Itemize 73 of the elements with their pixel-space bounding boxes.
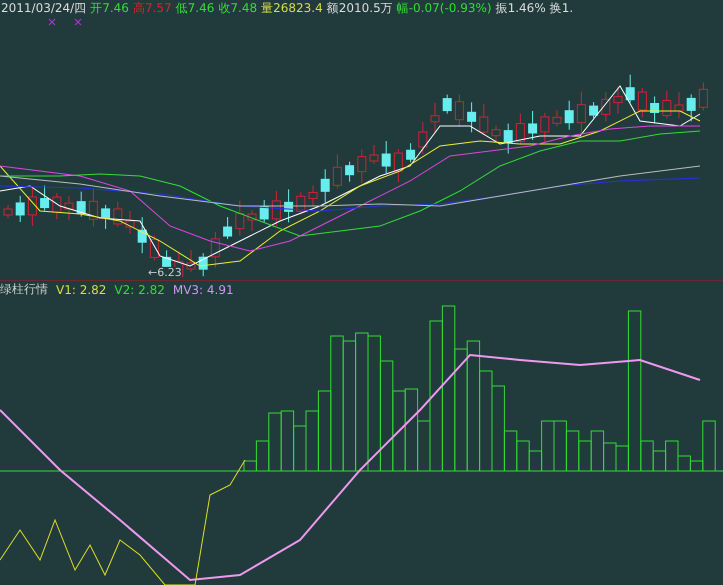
candlestick bbox=[576, 91, 586, 134]
candlestick bbox=[662, 90, 672, 119]
candlestick bbox=[235, 200, 244, 236]
candlestick bbox=[113, 201, 122, 228]
quote-field: 高7.57 bbox=[132, 0, 172, 18]
candlestick bbox=[126, 210, 134, 234]
indicator-value: V2: 2.82 bbox=[114, 282, 165, 296]
candlestick bbox=[516, 113, 525, 145]
candlestick bbox=[223, 216, 232, 240]
candlestick bbox=[260, 199, 269, 222]
candlestick bbox=[638, 88, 647, 118]
candlestick bbox=[394, 148, 403, 183]
candlestick bbox=[186, 250, 196, 272]
candlestick bbox=[248, 209, 256, 232]
candlestick bbox=[650, 96, 660, 124]
candlestick bbox=[382, 140, 391, 174]
candlestick bbox=[614, 86, 622, 114]
cross-mark-icon bbox=[74, 18, 82, 26]
quote-field: 换1. bbox=[550, 0, 574, 18]
candlestick bbox=[320, 168, 330, 203]
candlestick bbox=[698, 82, 708, 111]
candlestick bbox=[418, 121, 428, 154]
candlestick bbox=[454, 94, 464, 128]
candlestick bbox=[430, 102, 440, 134]
quote-field: 量26823.4 bbox=[261, 0, 323, 18]
quote-field: 幅-0.07(-0.93%) bbox=[396, 0, 492, 18]
candlestick bbox=[345, 161, 354, 182]
quote-date: 2011/03/24/四 bbox=[1, 0, 86, 18]
candlestick bbox=[601, 92, 610, 122]
candlestick bbox=[479, 104, 488, 136]
candlestick bbox=[589, 102, 598, 119]
quote-field: 收7.48 bbox=[218, 0, 258, 18]
candlestick bbox=[552, 110, 562, 127]
low-price-label: ←6.23 bbox=[148, 266, 182, 279]
quote-field: 开7.46 bbox=[90, 0, 129, 18]
candlestick bbox=[272, 190, 281, 226]
candlestick bbox=[626, 74, 635, 104]
candlestick bbox=[686, 94, 696, 122]
candlestick bbox=[76, 191, 86, 218]
candlestick bbox=[52, 192, 62, 220]
candlestick bbox=[564, 100, 574, 130]
candlestick bbox=[674, 91, 684, 118]
candlestick bbox=[528, 110, 538, 140]
candlestick bbox=[4, 204, 12, 218]
candlestick bbox=[504, 123, 513, 154]
candlestick bbox=[492, 125, 500, 144]
candlestick bbox=[467, 102, 476, 133]
quote-field: 振1.46% bbox=[496, 0, 546, 18]
candlestick bbox=[198, 252, 208, 277]
indicator-value: MV3: 4.91 bbox=[172, 282, 234, 296]
candlestick bbox=[370, 144, 378, 164]
candlestick bbox=[138, 216, 147, 254]
candlestick bbox=[442, 94, 452, 114]
quote-field: 低7.46 bbox=[176, 0, 214, 18]
candlestick bbox=[16, 195, 25, 222]
indicator-value: V1: 2.82 bbox=[56, 282, 106, 296]
candlestick bbox=[40, 185, 50, 212]
candlestick bbox=[406, 142, 416, 163]
candlestick bbox=[540, 112, 550, 144]
candlestick bbox=[284, 188, 294, 223]
candlestick bbox=[210, 231, 220, 268]
candlestick bbox=[357, 149, 366, 184]
candlestick bbox=[28, 186, 37, 226]
candlestick bbox=[150, 234, 159, 261]
quote-field: 额2010.5万 bbox=[326, 0, 393, 18]
candlestick bbox=[308, 184, 318, 206]
candlestick bbox=[332, 154, 342, 189]
candlestick bbox=[64, 196, 74, 221]
indicator-name: 绿柱行情 bbox=[0, 281, 48, 298]
candlestick bbox=[88, 188, 98, 227]
cross-mark-icon bbox=[48, 18, 56, 26]
candlestick bbox=[296, 192, 306, 215]
candlestick bbox=[101, 204, 110, 230]
